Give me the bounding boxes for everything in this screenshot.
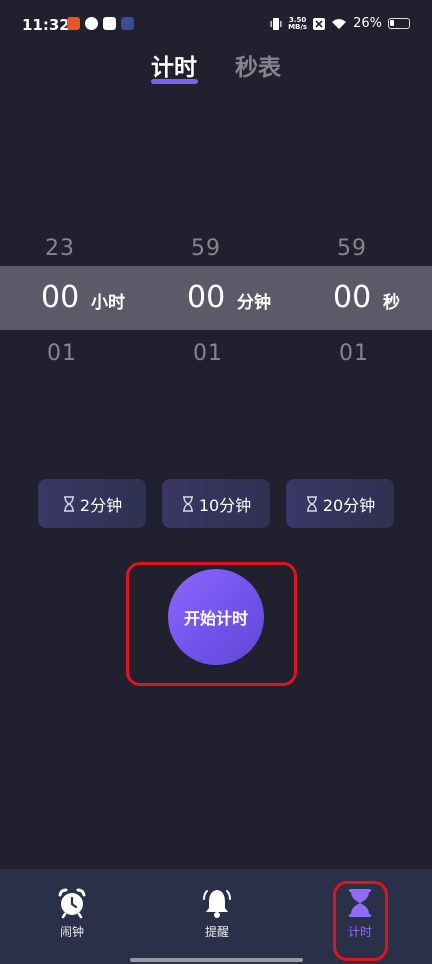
vibrate-icon [270, 17, 282, 30]
hours-value: 00 [41, 280, 80, 315]
minutes-prev-value: 59 [191, 236, 221, 261]
system-icons: 3.50 MB/s 26% [270, 16, 410, 31]
seconds-unit: 秒 [383, 293, 400, 313]
seconds-next-value: 01 [339, 341, 369, 366]
preset-label: 2分钟 [79, 495, 123, 515]
app-notification-icon [67, 17, 80, 30]
status-time: 11:32 [22, 16, 70, 34]
minutes-unit: 分钟 [237, 293, 271, 313]
seconds-value: 00 [333, 280, 372, 315]
start-timer-label: 开始计时 [183, 609, 248, 628]
minutes-wheel[interactable]: 59 00 分钟 01 [146, 230, 286, 375]
bell-icon [203, 890, 231, 918]
hours-unit: 小时 [91, 293, 125, 313]
wifi-icon [332, 18, 347, 29]
timer-screen: 11:32 3.50 MB/s 26% 计时 秒表 23 00 小时 01 59… [0, 0, 432, 964]
network-speed: 3.50 MB/s [288, 15, 308, 31]
nav-label-alarm: 闹钟 [59, 925, 84, 939]
preset-2min-button[interactable]: 2分钟 [38, 479, 146, 528]
tab-timer[interactable]: 计时 [151, 48, 197, 82]
mail-notification-icon [103, 17, 116, 30]
hours-prev-value: 23 [45, 236, 75, 261]
nav-item-alarm[interactable]: 闹钟 [32, 887, 112, 940]
preset-10min-button[interactable]: 10分钟 [162, 479, 270, 528]
alarm-clock-icon [58, 888, 86, 919]
time-picker[interactable]: 23 00 小时 01 59 00 分钟 01 59 00 秒 01 [0, 230, 432, 375]
seconds-prev-value: 59 [337, 236, 367, 261]
start-timer-button[interactable]: 开始计时 [168, 569, 264, 665]
hourglass-icon [63, 495, 74, 512]
annotation-highlight-box [333, 881, 388, 961]
nav-item-reminder[interactable]: 提醒 [177, 887, 257, 940]
active-tab-indicator [151, 79, 198, 84]
app-notification-icon [121, 17, 134, 30]
app-notification-icon [85, 17, 98, 30]
hours-wheel[interactable]: 23 00 小时 01 [0, 230, 140, 375]
nav-label-reminder: 提醒 [204, 925, 229, 939]
battery-icon [388, 18, 410, 29]
top-tabs: 计时 秒表 [0, 44, 432, 94]
minutes-value: 00 [187, 280, 226, 315]
no-sim-icon [313, 17, 326, 30]
hours-next-value: 01 [47, 341, 77, 366]
preset-label: 10分钟 [198, 495, 252, 515]
minutes-next-value: 01 [193, 341, 223, 366]
battery-percent: 26% [353, 16, 382, 31]
hourglass-icon [182, 495, 193, 512]
hourglass-icon [306, 495, 317, 512]
home-indicator[interactable] [130, 958, 303, 962]
bottom-navigation: 闹钟 提醒 计时 [0, 869, 432, 964]
notification-icons [67, 17, 134, 30]
seconds-wheel[interactable]: 59 00 秒 01 [292, 230, 432, 375]
preset-20min-button[interactable]: 20分钟 [286, 479, 394, 528]
tab-stopwatch[interactable]: 秒表 [235, 48, 281, 82]
preset-label: 20分钟 [322, 495, 376, 515]
